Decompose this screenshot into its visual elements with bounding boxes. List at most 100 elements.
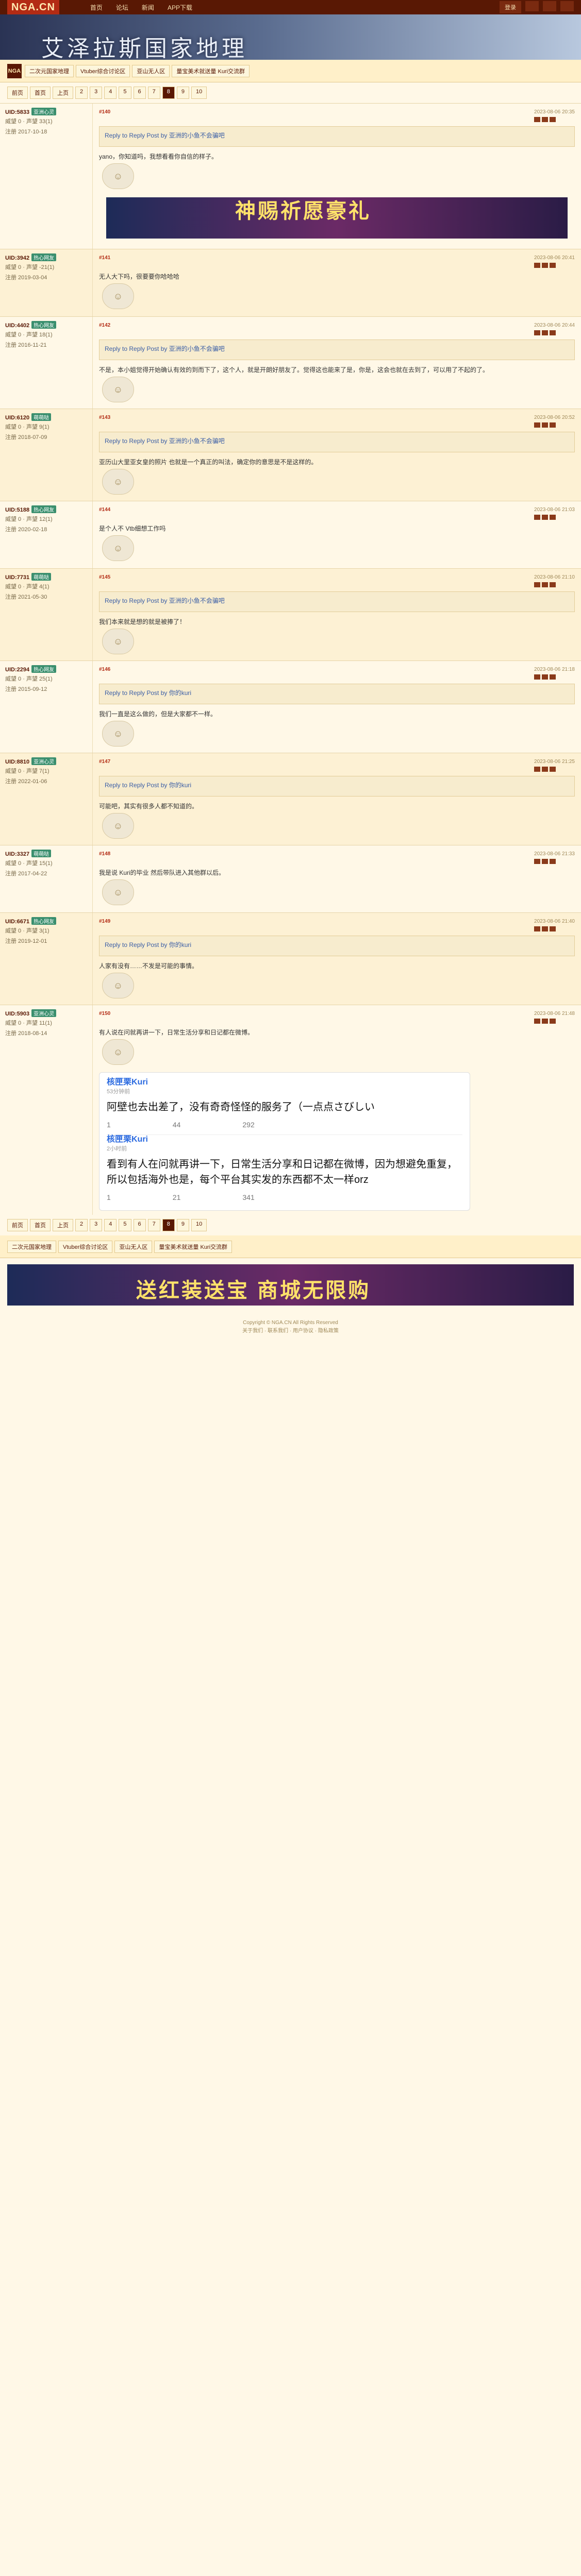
quote-icon[interactable] bbox=[542, 582, 549, 587]
quote-header[interactable]: Reply to Reply Post by 亚洲的小鱼不会骗吧 bbox=[105, 596, 569, 605]
quote-header[interactable]: Reply to Reply Post by 你的kuri bbox=[105, 688, 569, 698]
tab-subforum[interactable]: 量宝美术就送量 Kuri交流群 bbox=[172, 64, 250, 77]
menu-icon[interactable] bbox=[525, 1, 539, 11]
quote-header[interactable]: Reply to Reply Post by 亚洲的小鱼不会骗吧 bbox=[105, 344, 569, 353]
quote-icon[interactable] bbox=[542, 263, 549, 268]
quote-icon[interactable] bbox=[542, 859, 549, 864]
post-floor[interactable]: #147 bbox=[99, 759, 110, 765]
quote-icon[interactable] bbox=[542, 117, 549, 122]
tab-subforum[interactable]: 亚山无人区 bbox=[132, 64, 170, 77]
reply-icon[interactable] bbox=[534, 422, 541, 428]
login-button[interactable]: 登录 bbox=[500, 1, 521, 13]
page-link[interactable]: 6 bbox=[133, 87, 146, 99]
tweet-user[interactable]: 核匣栗Kuri bbox=[107, 1135, 462, 1144]
page-link[interactable]: 8 bbox=[162, 1219, 175, 1231]
reply-icon[interactable] bbox=[534, 117, 541, 122]
like-count[interactable]: 341 bbox=[242, 1193, 254, 1202]
quote-header[interactable]: Reply to Reply Post by 亚洲的小鱼不会骗吧 bbox=[105, 436, 569, 446]
forum-icon[interactable]: NGA bbox=[7, 63, 22, 78]
quote-icon[interactable] bbox=[542, 515, 549, 520]
post-floor[interactable]: #143 bbox=[99, 415, 110, 420]
reply-icon[interactable] bbox=[534, 515, 541, 520]
reply-icon[interactable] bbox=[534, 926, 541, 931]
page-link[interactable]: 首页 bbox=[30, 87, 51, 99]
post-floor[interactable]: #144 bbox=[99, 507, 110, 513]
page-link[interactable]: 10 bbox=[191, 1219, 207, 1231]
nav-forum[interactable]: 论坛 bbox=[116, 3, 128, 12]
embedded-tweet[interactable]: 核匣栗Kuri 53分钟前 阿壁也去出差了，没有奇奇怪怪的服务了（一点点さびしい 1 4… bbox=[99, 1072, 470, 1211]
page-link[interactable]: 3 bbox=[90, 87, 103, 99]
nav-app[interactable]: APP下载 bbox=[168, 3, 192, 12]
author-name[interactable]: UID:5833 bbox=[5, 109, 29, 115]
more-icon[interactable] bbox=[550, 263, 556, 268]
author-name[interactable]: UID:4402 bbox=[5, 323, 29, 329]
page-link[interactable]: 上页 bbox=[53, 87, 73, 99]
page-link[interactable]: 4 bbox=[104, 87, 117, 99]
author-name[interactable]: UID:3942 bbox=[5, 255, 29, 261]
more-icon[interactable] bbox=[550, 117, 556, 122]
more-icon[interactable] bbox=[550, 330, 556, 335]
footer-links[interactable]: 关于我们 · 联系我们 · 用户协议 · 隐私政策 bbox=[0, 1327, 581, 1335]
author-name[interactable]: UID:8810 bbox=[5, 759, 29, 765]
tab-subforum[interactable]: Vtuber综合讨论区 bbox=[58, 1240, 113, 1253]
post-floor[interactable]: #140 bbox=[99, 109, 110, 115]
site-logo[interactable]: NGA.CN bbox=[7, 0, 59, 14]
ad-banner[interactable]: 神赐祈愿豪礼 bbox=[106, 197, 568, 239]
more-icon[interactable] bbox=[550, 674, 556, 680]
quote-icon[interactable] bbox=[542, 767, 549, 772]
author-name[interactable]: UID:2294 bbox=[5, 667, 29, 673]
repost-count[interactable]: 44 bbox=[173, 1120, 181, 1129]
reply-icon[interactable] bbox=[534, 1019, 541, 1024]
quote-icon[interactable] bbox=[542, 1019, 549, 1024]
ad-banner-bottom[interactable]: 送红装送宝 商城无限购 bbox=[7, 1264, 574, 1306]
page-link[interactable]: 5 bbox=[119, 1219, 131, 1231]
author-name[interactable]: UID:6120 bbox=[5, 415, 29, 421]
post-floor[interactable]: #141 bbox=[99, 255, 110, 261]
author-name[interactable]: UID:5903 bbox=[5, 1011, 29, 1017]
page-link[interactable]: 上页 bbox=[53, 1219, 73, 1231]
tab-subforum[interactable]: 二次元国家地理 bbox=[25, 64, 74, 77]
quote-icon[interactable] bbox=[542, 422, 549, 428]
page-link[interactable]: 7 bbox=[147, 87, 160, 99]
nav-news[interactable]: 新闻 bbox=[142, 3, 154, 12]
page-link[interactable]: 2 bbox=[75, 87, 88, 99]
page-link[interactable]: 5 bbox=[119, 87, 131, 99]
tab-subforum[interactable]: Vtuber综合讨论区 bbox=[76, 64, 130, 77]
author-name[interactable]: UID:3327 bbox=[5, 851, 29, 857]
more-icon[interactable] bbox=[550, 1019, 556, 1024]
quote-header[interactable]: Reply to Reply Post by 你的kuri bbox=[105, 940, 569, 950]
reply-icon[interactable] bbox=[534, 263, 541, 268]
tab-subforum[interactable]: 二次元国家地理 bbox=[7, 1240, 56, 1253]
post-floor[interactable]: #145 bbox=[99, 574, 110, 580]
reply-icon[interactable] bbox=[534, 674, 541, 680]
like-count[interactable]: 292 bbox=[242, 1120, 254, 1129]
page-link[interactable]: 6 bbox=[133, 1219, 146, 1231]
author-name[interactable]: UID:6671 bbox=[5, 919, 29, 925]
reply-icon[interactable] bbox=[534, 859, 541, 864]
page-link[interactable]: 9 bbox=[176, 1219, 189, 1231]
post-floor[interactable]: #142 bbox=[99, 323, 110, 328]
quote-header[interactable]: Reply to Reply Post by 你的kuri bbox=[105, 781, 569, 790]
more-icon[interactable] bbox=[550, 422, 556, 428]
page-link[interactable]: 8 bbox=[162, 87, 175, 99]
more-icon[interactable] bbox=[550, 582, 556, 587]
tweet-user[interactable]: 核匣栗Kuri bbox=[107, 1078, 462, 1087]
page-link[interactable]: 前页 bbox=[7, 1219, 28, 1231]
page-link[interactable]: 2 bbox=[75, 1219, 88, 1231]
page-link[interactable]: 7 bbox=[147, 1219, 160, 1231]
quote-header[interactable]: Reply to Reply Post by 亚洲的小鱼不会骗吧 bbox=[105, 131, 569, 140]
quote-icon[interactable] bbox=[542, 330, 549, 335]
nav-home[interactable]: 首页 bbox=[90, 3, 103, 12]
tab-subforum[interactable]: 亚山无人区 bbox=[114, 1240, 153, 1253]
search-icon[interactable] bbox=[560, 1, 574, 11]
page-link[interactable]: 9 bbox=[176, 87, 189, 99]
user-icon[interactable] bbox=[543, 1, 556, 11]
post-floor[interactable]: #148 bbox=[99, 851, 110, 857]
more-icon[interactable] bbox=[550, 767, 556, 772]
author-name[interactable]: UID:7731 bbox=[5, 574, 29, 581]
page-link[interactable]: 10 bbox=[191, 87, 207, 99]
reply-icon[interactable] bbox=[534, 767, 541, 772]
quote-icon[interactable] bbox=[542, 674, 549, 680]
page-link[interactable]: 首页 bbox=[30, 1219, 51, 1231]
page-link[interactable]: 4 bbox=[104, 1219, 117, 1231]
